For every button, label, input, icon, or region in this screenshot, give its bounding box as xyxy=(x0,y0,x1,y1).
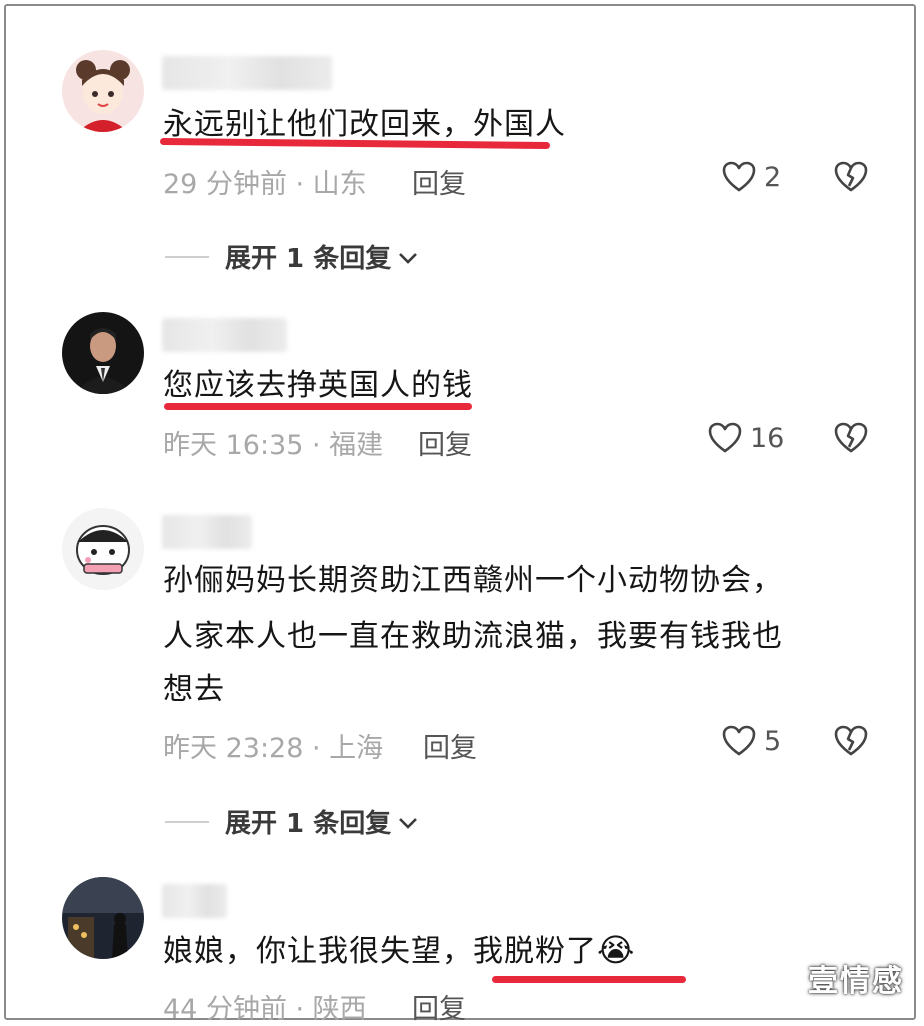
expand-label: 展开 1 条回复 xyxy=(225,809,392,839)
like-button[interactable]: 5 xyxy=(722,725,781,757)
comment-meta: 昨天 23:28 · 上海 xyxy=(163,733,384,764)
username-blurred[interactable] xyxy=(162,318,287,352)
expand-replies-button[interactable]: 展开 1 条回复 xyxy=(165,238,419,275)
reply-button[interactable]: 回复 xyxy=(412,987,466,1026)
divider-line xyxy=(165,255,209,258)
comment-text-line: 人家本人也一直在救助流浪猫，我要有钱我也 xyxy=(163,619,783,654)
heart-icon xyxy=(722,725,756,757)
comment-text-line: 孙俪妈妈长期资助江西赣州一个小动物协会， xyxy=(163,563,783,598)
comment-meta: 44 分钟前 · 陕西 xyxy=(163,994,367,1025)
avatar[interactable] xyxy=(62,877,144,959)
screenshot-frame xyxy=(4,4,916,1020)
like-button[interactable]: 16 xyxy=(708,422,784,454)
avatar[interactable] xyxy=(62,50,144,132)
comment-text: 娘娘，你让我很失望，我脱粉了😭 xyxy=(163,922,635,980)
broken-heart-icon xyxy=(834,725,868,757)
crying-emoji-icon: 😭 xyxy=(597,931,636,969)
username-blurred[interactable] xyxy=(162,884,227,918)
comment-text-line: 想去 xyxy=(163,672,225,707)
reply-button[interactable]: 回复 xyxy=(412,162,466,201)
expand-label: 展开 1 条回复 xyxy=(225,244,392,274)
avatar[interactable] xyxy=(62,508,144,590)
username-blurred[interactable] xyxy=(162,515,252,549)
comment-text-content: 娘娘，你让我很失望，我脱粉了 xyxy=(163,934,597,969)
expand-replies-button[interactable]: 展开 1 条回复 xyxy=(165,803,419,840)
heart-icon xyxy=(722,161,756,193)
like-count: 16 xyxy=(750,422,785,454)
like-count: 5 xyxy=(764,725,782,757)
dislike-button[interactable] xyxy=(834,422,868,454)
like-count: 2 xyxy=(764,161,782,193)
username-blurred[interactable] xyxy=(162,56,332,90)
avatar[interactable] xyxy=(62,312,144,394)
comment-meta: 29 分钟前 · 山东 xyxy=(163,169,367,200)
dislike-button[interactable] xyxy=(834,161,868,193)
heart-icon xyxy=(708,422,742,454)
chevron-down-icon xyxy=(397,807,419,837)
highlight-underline xyxy=(492,976,686,983)
broken-heart-icon xyxy=(834,161,868,193)
chevron-down-icon xyxy=(397,242,419,272)
dislike-button[interactable] xyxy=(834,725,868,757)
broken-heart-icon xyxy=(834,422,868,454)
divider-line xyxy=(165,820,209,823)
watermark-label: 壹情感 xyxy=(808,964,904,999)
highlight-underline xyxy=(164,403,472,410)
reply-button[interactable]: 回复 xyxy=(418,423,472,462)
like-button[interactable]: 2 xyxy=(722,161,781,193)
comment-meta: 昨天 16:35 · 福建 xyxy=(163,430,384,461)
reply-button[interactable]: 回复 xyxy=(423,726,477,765)
